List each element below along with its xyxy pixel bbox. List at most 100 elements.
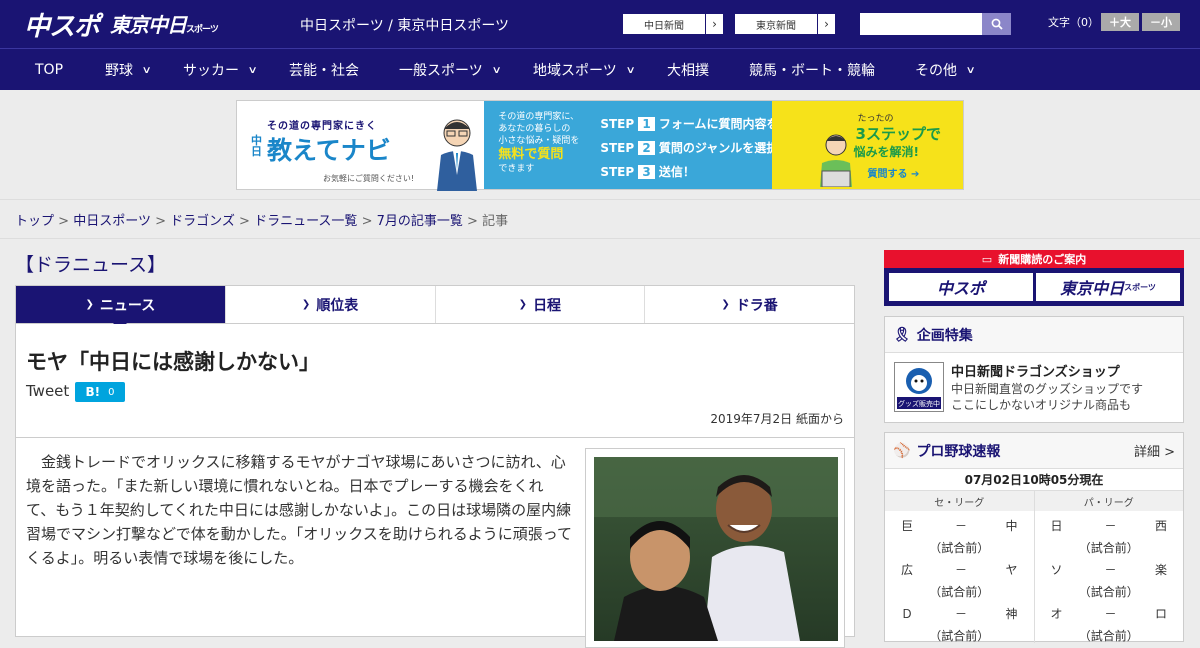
nav-item-baseball[interactable]: 野球 ∨ — [105, 49, 152, 91]
tab-doraban[interactable]: ❯ ドラ番 — [644, 286, 854, 323]
nav-item-entertainment[interactable]: 芸能・社会 — [289, 49, 359, 91]
nav-item-racing[interactable]: 競馬・ボート・競輪 — [749, 49, 875, 91]
tokyo-shimbun-label: 東京新聞 — [756, 20, 796, 32]
pacific-league-label: パ・リーグ — [1034, 491, 1183, 511]
subscription-title-text: 新聞購読のご案内 — [998, 253, 1087, 266]
nav-item-sumo[interactable]: 大相撲 — [667, 49, 709, 91]
shop-badge-text: グッズ販売中 — [898, 399, 940, 408]
person-illustration-icon — [819, 134, 852, 187]
breadcrumb-link-chuspo[interactable]: 中日スポーツ — [73, 214, 151, 229]
home-team: オ — [1050, 607, 1063, 621]
nav-item-top[interactable]: TOP — [35, 49, 63, 91]
breadcrumb: トップ > 中日スポーツ > ドラゴンズ > ドラニュース一覧 > 7月の記事一… — [15, 210, 508, 229]
scores-more-link[interactable]: 詳細 > — [1134, 441, 1175, 460]
chevron-right-icon: ❯ — [301, 299, 311, 310]
nav-item-local-sports[interactable]: 地域スポーツ ∨ — [533, 49, 636, 91]
breadcrumb-link-dragons[interactable]: ドラゴンズ — [170, 214, 235, 229]
banner-brand-prefix: 中日 — [251, 134, 262, 158]
step-3-text: 送信！ — [658, 165, 695, 179]
tweet-button[interactable]: Tweet — [26, 382, 69, 400]
breadcrumb-link-top[interactable]: トップ — [15, 214, 54, 229]
game-row[interactable]: Ｄ －神（試合前） — [885, 599, 1034, 643]
breadcrumb-current: 記事 — [482, 214, 509, 229]
game-row[interactable]: 日 － 西 （試合前） — [1035, 511, 1184, 555]
scores-header: ⚾ プロ野球速報 詳細 > — [885, 433, 1183, 469]
tab-label: 順位表 — [316, 297, 359, 314]
chunichi-shimbun-link[interactable]: 中日新聞 › — [622, 13, 724, 35]
away-team: 神 — [1005, 607, 1018, 621]
step-word: STEP — [600, 165, 635, 179]
hatena-bookmark-button[interactable]: B! 0 — [75, 382, 125, 402]
article-date: 2019年7月2日 紙面から — [710, 412, 844, 426]
divider — [0, 238, 1200, 239]
oshiete-navi-banner[interactable]: その道の専門家にきく 中日 教えてナビ お気軽にご質問ください! その道の専門家… — [236, 100, 964, 191]
newspaper-icon: ▭ — [981, 252, 993, 266]
tab-schedule[interactable]: ❯ 日程 — [434, 286, 645, 323]
subscribe-tokyo-chunichi-label: 東京中日 — [1060, 279, 1125, 298]
article-photo[interactable] — [585, 448, 845, 648]
font-size-label: 文字（0） — [1048, 16, 1099, 29]
banner-cta-label: 質問する — [867, 169, 908, 180]
subscription-box: ▭ 新聞購読のご案内 中スポ 東京中日 スポーツ — [884, 250, 1184, 306]
banner-lead-1: その道の専門家に、 — [498, 112, 580, 122]
search-button[interactable] — [982, 13, 1011, 35]
chevron-right-icon: ❯ — [518, 299, 528, 310]
tokyo-chunichi-logo[interactable]: 東京中日スポーツ — [110, 9, 219, 38]
nav-item-soccer[interactable]: サッカー ∨ — [183, 49, 258, 91]
dragons-shop-logo[interactable]: グッズ販売中 — [894, 362, 944, 412]
banner-step-2: STEP 2 質問のジャンルを選択 — [600, 141, 779, 155]
baseball-icon: ⚾ — [893, 442, 911, 459]
chevron-down-icon: ∨ — [247, 64, 258, 76]
font-larger-button[interactable]: ＋大 — [1101, 13, 1139, 31]
font-smaller-button[interactable]: －小 — [1142, 13, 1180, 31]
banner-area: その道の専門家にきく 中日 教えてナビ お気軽にご質問ください! その道の専門家… — [0, 90, 1200, 200]
central-league: セ・リーグ 巨 － 中 （試合前） 広 － ヤ （試合前） Ｄ － 神 （試合前） — [885, 491, 1035, 643]
game-row[interactable]: 巨 － 中 （試合前） — [885, 511, 1034, 555]
dragons-shop-link[interactable]: 中日新聞ドラゴンズショップ — [951, 361, 1120, 380]
tab-label: ニュース — [99, 297, 156, 314]
ribbon-icon: 🎗 — [893, 326, 911, 343]
subscription-title: ▭ 新聞購読のご案内 — [884, 250, 1184, 268]
pacific-league: パ・リーグ 日 － 西 （試合前） ソ － 楽 （試合前） オ － ロ （試合前） — [1034, 491, 1184, 643]
banner-lead-free: 無料で質問 — [498, 147, 564, 162]
home-team: 広 — [901, 563, 914, 577]
nav-item-other[interactable]: その他 ∨ — [915, 49, 976, 91]
chevron-down-icon: ∨ — [491, 64, 502, 76]
article-header: モヤ「中日には感謝しかない」 Tweet B! 0 2019年7月2日 紙面から — [15, 324, 855, 438]
game-status: （試合前） — [929, 541, 990, 555]
subscribe-chuspo-button[interactable]: 中スポ — [889, 273, 1033, 301]
score-dash: － — [1104, 519, 1117, 533]
site-title[interactable]: 中日スポーツ / 東京中日スポーツ — [300, 15, 509, 35]
breadcrumb-sep: > — [155, 214, 166, 229]
away-team: 西 — [1154, 519, 1167, 533]
shop-desc-line: ここにしかないオリジナル商品も — [951, 398, 1132, 412]
home-team: ソ — [1050, 563, 1063, 577]
chevron-right-icon: › — [817, 14, 835, 34]
game-row[interactable]: 広 － ヤ （試合前） — [885, 555, 1034, 599]
banner-brand-panel: その道の専門家にきく 中日 教えてナビ お気軽にご質問ください! — [237, 101, 485, 191]
nav-label: 大相撲 — [667, 63, 709, 79]
step-word: STEP — [600, 117, 635, 131]
tokyo-shimbun-link[interactable]: 東京新聞 › — [734, 13, 836, 35]
tab-news[interactable]: ❯ ニュース — [16, 286, 225, 330]
nav-label: サッカー — [183, 63, 239, 79]
banner-lead-3: 小さな悩み・疑問を — [498, 136, 580, 146]
chevron-right-icon: › — [705, 14, 723, 34]
chevron-down-icon: ∨ — [141, 64, 152, 76]
advisor-illustration-icon — [437, 119, 477, 191]
chuspo-logo[interactable]: 中スポ — [24, 6, 100, 43]
game-row[interactable]: ソ － 楽 （試合前） — [1035, 555, 1184, 599]
breadcrumb-link-july[interactable]: 7月の記事一覧 — [377, 214, 463, 229]
banner-cta-panel: たったの 3ステップで 悩みを解消! 質問する ➔ — [771, 101, 963, 189]
score-dash: － — [1104, 563, 1117, 577]
tokyo-chunichi-logo-text: 東京中日 — [110, 13, 187, 37]
game-row[interactable]: オ－ロ（試合前） — [1035, 599, 1184, 643]
breadcrumb-link-dranews[interactable]: ドラニュース一覧 — [254, 214, 357, 229]
home-team: 巨 — [901, 519, 914, 533]
subscribe-tokyo-chunichi-button[interactable]: 東京中日 スポーツ — [1036, 273, 1180, 301]
search-input[interactable] — [860, 13, 982, 35]
nav-item-general-sports[interactable]: 一般スポーツ ∨ — [399, 49, 502, 91]
tab-standings[interactable]: ❯ 順位表 — [224, 286, 435, 323]
banner-cta[interactable]: 質問する ➔ — [868, 165, 920, 180]
article-body: 金銭トレードでオリックスに移籍するモヤがナゴヤ球場にあいさつに訪れ、心境を語った… — [15, 437, 855, 648]
